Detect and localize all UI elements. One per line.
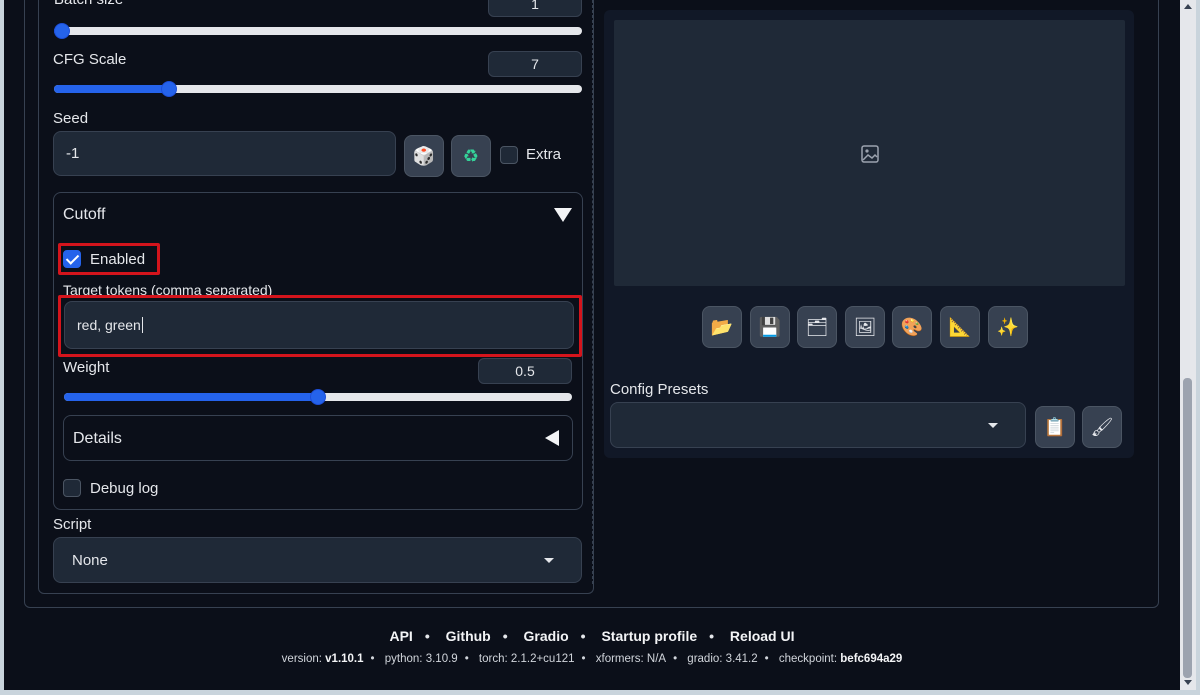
checkpoint-label: checkpoint: (778, 653, 838, 665)
torch-label: torch: (478, 653, 508, 665)
triangle-ruler-icon: 📐 (948, 316, 972, 337)
cfg-scale-slider[interactable] (54, 81, 582, 97)
xformers-label: xformers: (595, 653, 644, 665)
send-to-img2img-button[interactable]: 🖼 (845, 306, 885, 348)
text-cursor (141, 317, 143, 333)
window-bottom-edge (0, 690, 1200, 695)
config-presets-clear-button[interactable]: 🖌 (1082, 406, 1122, 448)
scrollbar-thumb[interactable] (1183, 378, 1192, 678)
extra-seed-checkbox[interactable] (500, 146, 518, 164)
image-placeholder-icon (861, 145, 879, 163)
send-to-inpaint-button[interactable]: 🎨 (892, 306, 932, 348)
scroll-down-icon[interactable] (1184, 680, 1192, 685)
config-presets-dropdown[interactable] (610, 402, 1026, 448)
xformers-value: N/A (646, 653, 667, 665)
slider-fill (64, 393, 318, 401)
weight-input[interactable]: 0.5 (478, 358, 572, 384)
archive-icon: 🗂 (805, 316, 829, 337)
footer-link-api[interactable]: API (389, 628, 412, 644)
config-presets-label: Config Presets (610, 381, 709, 398)
gradio-value: 3.41.2 (725, 653, 758, 665)
chevron-down-icon (544, 558, 554, 563)
recycle-icon: ♻ (462, 145, 480, 166)
config-presets-edit-button[interactable]: 📋 (1035, 406, 1075, 448)
gradio-label: gradio: (687, 653, 723, 665)
folder-icon: 📂 (710, 316, 734, 337)
open-folder-button[interactable]: 📂 (702, 306, 742, 348)
python-label: python: (384, 653, 423, 665)
sparkles-icon: ✨ (996, 316, 1020, 337)
weight-slider[interactable] (64, 389, 572, 405)
zip-button[interactable]: 🗂 (797, 306, 837, 348)
cutoff-enabled-checkbox[interactable] (63, 250, 81, 268)
footer-link-gradio[interactable]: Gradio (524, 628, 569, 644)
footer-link-reload-ui[interactable]: Reload UI (730, 628, 795, 644)
extra-seed-label: Extra (526, 146, 562, 163)
footer-links: API • Github • Gradio • Startup profile • Re… (389, 628, 795, 644)
seed-input[interactable]: -1 (53, 131, 396, 176)
batch-size-slider[interactable] (54, 23, 582, 39)
version-label: version: (281, 653, 322, 665)
image-icon: 🖼 (853, 316, 877, 337)
save-icon: 💾 (758, 316, 782, 337)
target-tokens-input[interactable]: red, green (64, 301, 574, 349)
slider-thumb[interactable] (310, 389, 326, 405)
reuse-seed-button[interactable]: ♻ (451, 135, 491, 177)
expand-triangle-icon[interactable] (545, 430, 559, 446)
column-divider (592, 0, 593, 584)
output-image-area (614, 20, 1125, 286)
app-window: Batch size 1 CFG Scale 7 Seed -1 🎲 ♻ Ext… (4, 0, 1180, 690)
upscale-button[interactable]: ✨ (988, 306, 1028, 348)
save-button[interactable]: 💾 (750, 306, 790, 348)
send-to-extras-button[interactable]: 📐 (940, 306, 980, 348)
details-title[interactable]: Details (73, 430, 122, 448)
details-accordion[interactable] (63, 415, 573, 461)
script-value: None (72, 551, 108, 569)
footer-link-github[interactable]: Github (446, 628, 491, 644)
cutoff-title[interactable]: Cutoff (63, 206, 105, 224)
footer-version-info: version: v1.10.1 • python: 3.10.9 • torch:… (281, 653, 903, 665)
cutoff-enabled-label: Enabled (90, 251, 146, 268)
torch-value: 2.1.2+cu121 (510, 653, 575, 665)
slider-thumb[interactable] (161, 81, 177, 97)
dice-icon: 🎲 (412, 145, 436, 166)
clipboard-icon: 📋 (1043, 416, 1067, 437)
slider-thumb[interactable] (54, 23, 70, 39)
palette-icon: 🎨 (900, 316, 924, 337)
batch-size-label: Batch size (54, 0, 123, 8)
cfg-scale-input[interactable]: 7 (488, 51, 582, 77)
script-label: Script (53, 516, 92, 533)
checkpoint-value[interactable]: befc694a29 (840, 653, 902, 665)
version-value: v1.10.1 (325, 653, 364, 665)
cfg-scale-label: CFG Scale (53, 51, 127, 68)
footer-link-startup-profile[interactable]: Startup profile (601, 628, 697, 644)
seed-value: -1 (66, 145, 80, 162)
batch-size-input[interactable]: 1 (488, 0, 582, 17)
seed-label: Seed (53, 110, 89, 127)
debug-log-label: Debug log (90, 480, 159, 497)
brush-icon: 🖌 (1090, 416, 1114, 437)
random-seed-button[interactable]: 🎲 (404, 135, 444, 177)
weight-label: Weight (63, 359, 110, 376)
scroll-up-icon[interactable] (1184, 4, 1192, 9)
python-value: 3.10.9 (425, 653, 458, 665)
chevron-down-icon (988, 423, 998, 428)
debug-log-checkbox[interactable] (63, 479, 81, 497)
collapse-triangle-icon[interactable] (554, 208, 572, 222)
slider-fill (54, 85, 169, 93)
target-tokens-value: red, green (77, 317, 141, 333)
script-dropdown[interactable]: None (53, 537, 582, 583)
